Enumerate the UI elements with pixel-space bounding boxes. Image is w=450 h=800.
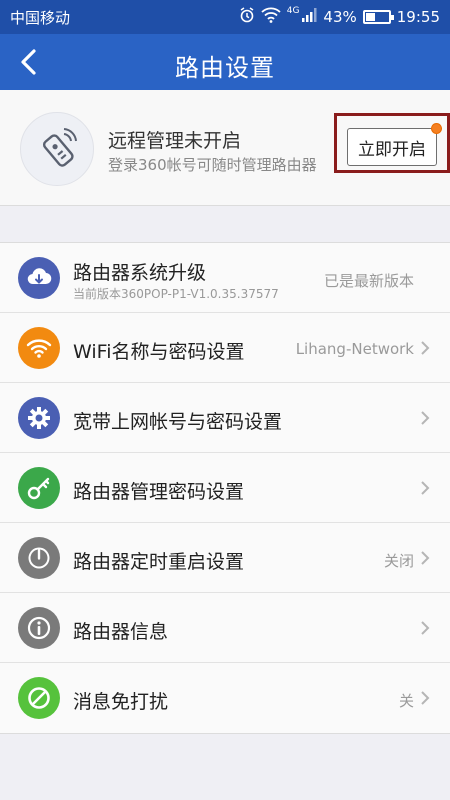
- setting-label: 宽带上网帐号与密码设置: [73, 411, 283, 433]
- page-title: 路由设置: [175, 54, 275, 82]
- setting-label: 路由器信息: [73, 621, 169, 643]
- setting-row-admin-password[interactable]: 路由器管理密码设置: [0, 453, 450, 523]
- wifi-icon: [18, 327, 60, 369]
- chevron-right-icon: [421, 621, 430, 635]
- setting-value: 关: [398, 692, 414, 710]
- cell-signal-icon: [301, 7, 317, 27]
- setting-row-router-info[interactable]: 路由器信息: [0, 593, 450, 663]
- remote-status-title: 远程管理未开启: [108, 130, 242, 152]
- setting-value: 关闭: [383, 552, 414, 570]
- setting-label: 路由器管理密码设置: [73, 481, 245, 503]
- chevron-right-icon: [421, 341, 430, 355]
- current-version: 当前版本360POP-P1-V1.0.35.37577: [73, 287, 279, 301]
- setting-label: 路由器系统升级: [73, 262, 207, 284]
- remote-control-icon: [20, 112, 94, 186]
- setting-row-broadband[interactable]: 宽带上网帐号与密码设置: [0, 383, 450, 453]
- setting-label: 路由器定时重启设置: [73, 551, 245, 573]
- chevron-right-icon: [421, 691, 430, 705]
- chevron-right-icon: [421, 551, 430, 565]
- bottom-spacer: [0, 740, 450, 800]
- key-icon: [18, 467, 60, 509]
- notification-dot: [431, 123, 442, 134]
- settings-list: 路由器系统升级 当前版本360POP-P1-V1.0.35.37577 已是最新…: [0, 242, 450, 734]
- alarm-icon: [239, 7, 255, 27]
- block-icon: [18, 677, 60, 719]
- network-type: 4G: [286, 6, 300, 16]
- setting-row-scheduled-reboot[interactable]: 路由器定时重启设置 关闭: [0, 523, 450, 593]
- wifi-signal-icon: [261, 7, 281, 27]
- setting-row-system-upgrade[interactable]: 路由器系统升级 当前版本360POP-P1-V1.0.35.37577 已是最新…: [0, 243, 450, 313]
- chevron-right-icon: [421, 481, 430, 495]
- info-icon: [18, 607, 60, 649]
- battery-icon: [362, 10, 394, 24]
- enable-remote-label: 立即开启: [358, 139, 426, 160]
- status-icons: 4G 43% 19:55: [239, 6, 440, 27]
- cloud-download-icon: [18, 257, 60, 299]
- setting-value: 已是最新版本: [323, 272, 414, 290]
- setting-row-wifi[interactable]: WiFi名称与密码设置 Lihang-Network: [0, 313, 450, 383]
- remote-status-subtitle: 登录360帐号可随时管理路由器: [108, 156, 317, 174]
- app-header: 路由设置: [0, 34, 450, 90]
- status-bar: 中国移动 4G 43% 19:55: [0, 0, 450, 34]
- section-spacer: [0, 206, 450, 242]
- setting-label: WiFi名称与密码设置: [73, 341, 245, 363]
- gear-icon: [18, 397, 60, 439]
- setting-row-do-not-disturb[interactable]: 消息免打扰 关: [0, 663, 450, 733]
- carrier-name: 中国移动: [10, 9, 71, 27]
- setting-label: 消息免打扰: [73, 691, 169, 713]
- battery-percent: 43%: [323, 8, 357, 26]
- power-timer-icon: [18, 537, 60, 579]
- enable-remote-button[interactable]: 立即开启: [347, 123, 442, 166]
- clock: 19:55: [396, 8, 440, 26]
- setting-value: Lihang-Network: [295, 340, 414, 358]
- chevron-right-icon: [421, 411, 430, 425]
